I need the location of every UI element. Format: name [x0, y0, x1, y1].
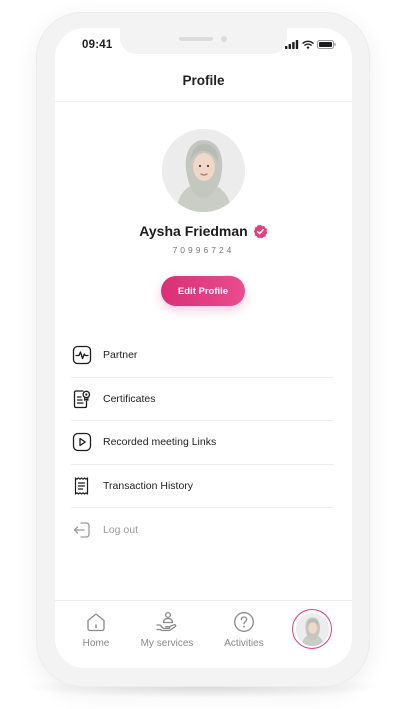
- menu-item-recorded-meeting-links[interactable]: Recorded meeting Links: [71, 421, 334, 465]
- tab-profile[interactable]: [291, 609, 333, 649]
- service-hand-icon: [156, 611, 177, 632]
- wifi-icon: [302, 40, 314, 49]
- header: Profile: [55, 58, 352, 102]
- status-icons: [285, 40, 336, 49]
- menu-item-transaction-history[interactable]: Transaction History: [71, 465, 334, 508]
- user-id: 70996724: [172, 245, 235, 255]
- tab-profile-avatar-ring: [292, 609, 332, 649]
- tab-activities[interactable]: Activities: [218, 611, 270, 649]
- video-play-icon: [71, 431, 93, 453]
- tab-my-services[interactable]: My services: [135, 611, 199, 649]
- menu-label-recorded-meeting-links: Recorded meeting Links: [103, 436, 217, 449]
- home-icon: [87, 613, 105, 632]
- menu-label-transaction-history: Transaction History: [103, 479, 194, 492]
- battery-icon: [317, 40, 336, 49]
- camera: [221, 36, 227, 42]
- notch: [120, 28, 287, 54]
- page-title: Profile: [182, 73, 225, 88]
- status-bar: 09:41: [55, 28, 352, 58]
- speaker: [179, 37, 213, 41]
- user-name: Aysha Friedman: [139, 223, 248, 239]
- pulse-icon: [71, 344, 93, 366]
- logout-icon: [71, 519, 93, 541]
- phone-screen: 09:41 Profile Aysha Friedman 70996724 Ed…: [55, 28, 352, 668]
- menu-item-certificates[interactable]: Certificates: [71, 378, 334, 421]
- profile-menu: Partner Certificates Recorded meeting Li…: [71, 334, 334, 552]
- user-name-row: Aysha Friedman: [55, 223, 352, 239]
- menu-label-logout: Log out: [103, 523, 139, 536]
- cellular-signal-icon: [285, 40, 299, 49]
- menu-label-certificates: Certificates: [103, 392, 156, 405]
- menu-item-partner[interactable]: Partner: [71, 334, 334, 378]
- receipt-icon: [71, 475, 93, 497]
- tab-label-home: Home: [82, 638, 110, 649]
- tab-home[interactable]: Home: [76, 611, 116, 649]
- edit-profile-button[interactable]: Edit Profile: [161, 276, 245, 306]
- certificate-icon: [71, 388, 93, 410]
- person-hijab-photo: [162, 129, 245, 212]
- profile-avatar[interactable]: [162, 129, 245, 212]
- avatar: [295, 612, 329, 646]
- person-hijab-thumbnail: [295, 612, 329, 646]
- tab-label-my-services: My services: [140, 638, 194, 649]
- question-circle-icon: [234, 612, 254, 632]
- status-time: 09:41: [82, 39, 113, 51]
- tab-label-activities: Activities: [224, 638, 264, 649]
- menu-item-logout[interactable]: Log out: [71, 508, 334, 552]
- bottom-tab-bar: Home My services Activities: [55, 600, 352, 668]
- verified-badge-icon: [253, 224, 268, 239]
- menu-label-partner: Partner: [103, 349, 138, 362]
